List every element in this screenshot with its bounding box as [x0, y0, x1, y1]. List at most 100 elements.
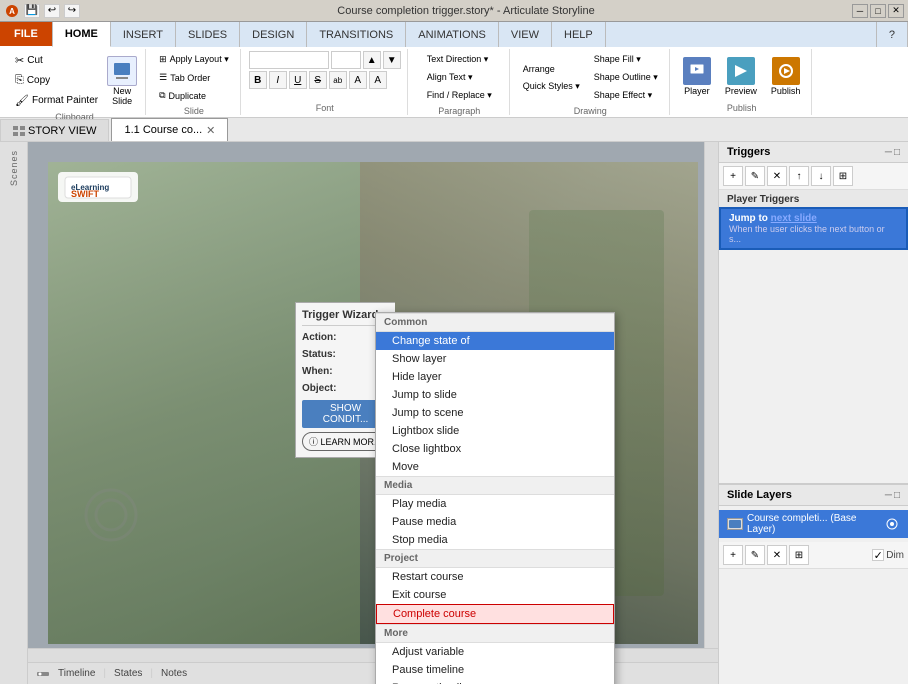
tab-help[interactable]: HELP [552, 22, 606, 47]
menu-show-layer[interactable]: Show layer [376, 350, 614, 368]
move-up-trigger-btn[interactable]: ↑ [789, 166, 809, 186]
font-color-btn[interactable]: A [349, 71, 367, 89]
add-trigger-btn[interactable]: + [723, 166, 743, 186]
strikethrough-btn[interactable]: S [309, 71, 327, 89]
menu-pause-media[interactable]: Pause media [376, 513, 614, 531]
cut-btn[interactable]: ✂Cut [10, 51, 70, 70]
menu-move[interactable]: Move [376, 458, 614, 476]
menu-close-lightbox[interactable]: Close lightbox [376, 440, 614, 458]
media-section-label: Media [376, 476, 614, 495]
svg-text:SWIFT: SWIFT [71, 189, 99, 199]
undo-btn[interactable]: ↩ [44, 4, 60, 18]
preview-btn[interactable]: Preview [720, 54, 762, 99]
layers-collapse-btn[interactable]: ─ [885, 490, 892, 501]
maximize-btn[interactable]: □ [870, 4, 886, 18]
tab-view[interactable]: VIEW [499, 22, 552, 47]
tab-home[interactable]: HOME [53, 22, 111, 47]
notes-label: Notes [161, 668, 187, 679]
slide-group: ⊞Apply Layout ▾ ☰Tab Order ⧉Duplicate Sl… [148, 49, 241, 115]
menu-complete-course[interactable]: Complete course [376, 604, 614, 624]
vertical-scrollbar[interactable] [704, 142, 718, 648]
tab-insert[interactable]: INSERT [111, 22, 176, 47]
layer-label: Course completi... (Base Layer) [747, 513, 880, 535]
subscript-btn[interactable]: ab [329, 71, 347, 89]
menu-play-media[interactable]: Play media [376, 495, 614, 513]
publish-btn[interactable]: Publish [766, 54, 806, 99]
font-size-up-btn[interactable]: ▲ [363, 51, 381, 69]
menu-jump-to-scene[interactable]: Jump to scene [376, 404, 614, 422]
font-size-down-btn[interactable]: ▼ [383, 51, 401, 69]
quick-styles-btn[interactable]: Quick Styles ▾ [518, 78, 585, 95]
menu-pause-timeline[interactable]: Pause timeline [376, 661, 614, 679]
highlight-btn[interactable]: A [369, 71, 387, 89]
dim-checkbox[interactable]: ✓ [872, 549, 884, 561]
close-tab-btn[interactable]: ✕ [206, 124, 215, 137]
menu-change-state[interactable]: Change state of [376, 332, 614, 350]
menu-hide-layer[interactable]: Hide layer [376, 368, 614, 386]
tab-transitions[interactable]: TRANSITIONS [307, 22, 406, 47]
action-dropdown[interactable]: Common Change state of Show layer Hide l… [375, 312, 615, 684]
find-replace-btn[interactable]: Find / Replace ▾ [422, 87, 497, 104]
menu-stop-media[interactable]: Stop media [376, 531, 614, 549]
content-area: eLearning SWIFT Trigger Wizard Action: [28, 142, 718, 684]
menu-resume-timeline[interactable]: Resume timeline [376, 679, 614, 684]
more-layer-btn[interactable]: ⊞ [789, 545, 809, 565]
triggers-expand-btn[interactable]: □ [894, 147, 900, 158]
font-name-input[interactable] [249, 51, 329, 69]
duplicate-btn[interactable]: ⧉Duplicate [154, 87, 211, 104]
trigger-item-jump-next[interactable]: Jump to next slide When the user clicks … [719, 207, 908, 250]
copy-btn[interactable]: ⎘Copy [10, 71, 70, 90]
menu-lightbox-slide[interactable]: Lightbox slide [376, 422, 614, 440]
move-down-trigger-btn[interactable]: ↓ [811, 166, 831, 186]
shape-fill-btn[interactable]: Shape Fill ▾ [589, 51, 663, 68]
tab-slides[interactable]: SLIDES [176, 22, 240, 47]
menu-jump-to-slide[interactable]: Jump to slide [376, 386, 614, 404]
save-btn[interactable]: 💾 [24, 4, 40, 18]
triggers-panel: Triggers ─ □ + ✎ ✕ ↑ ↓ ⊞ Player Triggers… [719, 142, 908, 484]
redo-btn[interactable]: ↪ [64, 4, 80, 18]
tab-story-view[interactable]: STORY VIEW [0, 119, 109, 141]
menu-adjust-variable[interactable]: Adjust variable [376, 643, 614, 661]
arrange-btn[interactable]: Arrange [518, 61, 585, 77]
tab-order-btn[interactable]: ☰Tab Order [154, 69, 215, 86]
minimize-btn[interactable]: ─ [852, 4, 868, 18]
close-btn[interactable]: ✕ [888, 4, 904, 18]
bold-btn[interactable]: B [249, 71, 267, 89]
text-direction-btn[interactable]: Text Direction ▾ [422, 51, 494, 68]
triggers-collapse-btn[interactable]: ─ [885, 147, 892, 158]
help-icon[interactable]: ? [876, 22, 908, 47]
font-size-input[interactable] [331, 51, 361, 69]
slide-layers-panel: Slide Layers ─ □ Course completi... (Bas… [719, 484, 908, 684]
layer-item-base[interactable]: Course completi... (Base Layer) [719, 510, 908, 538]
player-btn[interactable]: Player [678, 54, 716, 99]
layer-thumb [727, 518, 743, 530]
layers-list: Course completi... (Base Layer) [719, 506, 908, 542]
add-layer-btn[interactable]: + [723, 545, 743, 565]
tab-file[interactable]: FILE [0, 22, 53, 47]
layer-settings[interactable] [884, 518, 900, 530]
tab-course[interactable]: 1.1 Course co... ✕ [111, 118, 228, 141]
underline-btn[interactable]: U [289, 71, 307, 89]
shape-effect-btn[interactable]: Shape Effect ▾ [589, 87, 663, 104]
italic-btn[interactable]: I [269, 71, 287, 89]
menu-restart-course[interactable]: Restart course [376, 568, 614, 586]
window-controls: ─ □ ✕ [852, 4, 904, 18]
shape-outline-btn[interactable]: Shape Outline ▾ [589, 69, 663, 86]
apply-layout-btn[interactable]: ⊞Apply Layout ▾ [154, 51, 234, 68]
triggers-header: Triggers ─ □ [719, 142, 908, 163]
right-panel: Triggers ─ □ + ✎ ✕ ↑ ↓ ⊞ Player Triggers… [718, 142, 908, 684]
title-bar: A 💾 ↩ ↪ Course completion trigger.story*… [0, 0, 908, 22]
layers-expand-btn[interactable]: □ [894, 490, 900, 501]
timeline-label: Timeline [58, 668, 95, 679]
delete-layer-btn[interactable]: ✕ [767, 545, 787, 565]
edit-trigger-btn[interactable]: ✎ [745, 166, 765, 186]
triggers-toolbar: + ✎ ✕ ↑ ↓ ⊞ [719, 163, 908, 190]
delete-trigger-btn[interactable]: ✕ [767, 166, 787, 186]
edit-layer-btn[interactable]: ✎ [745, 545, 765, 565]
menu-exit-course[interactable]: Exit course [376, 586, 614, 604]
align-text-btn[interactable]: Align Text ▾ [422, 69, 478, 86]
tab-animations[interactable]: ANIMATIONS [406, 22, 499, 47]
tab-design[interactable]: DESIGN [240, 22, 307, 47]
format-painter-btn[interactable]: 🖌Format Painter [10, 91, 103, 110]
more-trigger-btn[interactable]: ⊞ [833, 166, 853, 186]
